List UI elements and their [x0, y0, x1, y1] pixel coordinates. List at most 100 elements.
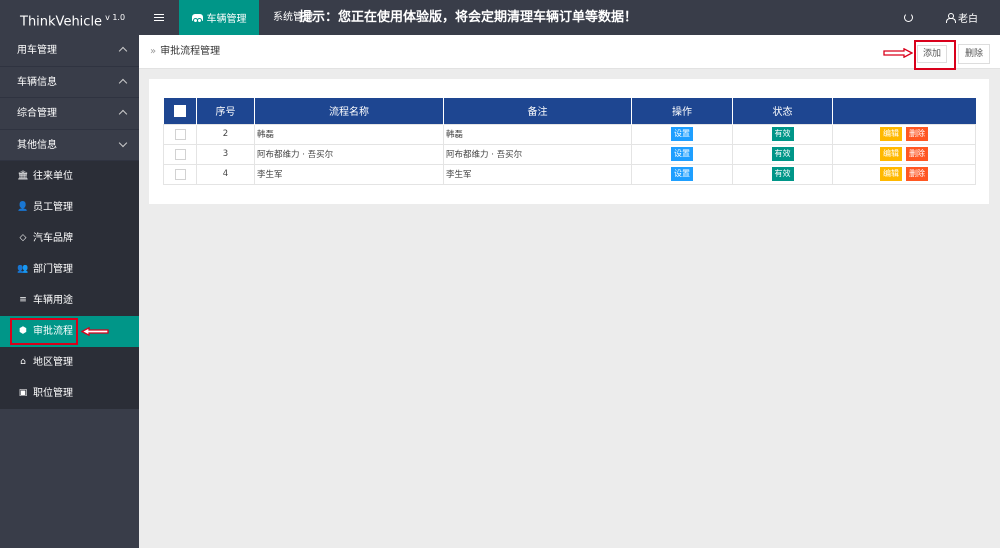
sidebar: 用车管理 车辆信息 综合管理 其他信息 🏛 往来单位 👤 员工管理 ◇ 汽车品牌 👥 部… [0, 35, 139, 548]
table-row: 2 韩磊 韩磊 设置 有效 编辑 删除 [163, 123, 976, 145]
row-status-cell: 有效 [732, 143, 833, 165]
approval-flow-table: 序号 流程名称 备注 操作 状态 2 韩磊 韩磊 设置 有效 编辑删除 3 阿 [163, 98, 976, 185]
sidebar-item-car-brands[interactable]: ◇ 汽车品牌 [0, 223, 139, 254]
column-header-action: 操作 [631, 98, 733, 124]
row-id: 4 [196, 163, 255, 185]
car-icon [191, 14, 203, 23]
sidebar-item-label: 往来单位 [33, 171, 73, 182]
menu-toggle-button[interactable] [139, 0, 179, 35]
row-remark: 阿布都维力 · 吾买尔 [443, 143, 632, 165]
column-header-tools [832, 98, 976, 124]
hamburger-icon [154, 14, 164, 21]
sidebar-item-label: 地区管理 [33, 357, 73, 368]
delete-row-button[interactable]: 删除 [906, 167, 928, 181]
delete-row-button[interactable]: 删除 [906, 147, 928, 161]
sidebar-group-label: 车辆信息 [17, 76, 57, 88]
chevron-up-icon [118, 46, 128, 56]
column-header-id: 序号 [196, 98, 255, 124]
sidebar-group-general[interactable]: 综合管理 [0, 98, 139, 130]
sidebar-item-label: 员工管理 [33, 202, 73, 213]
content-header: » 审批流程管理 添加 删除 [139, 35, 1000, 70]
tab-label: 车辆管理 [206, 14, 247, 25]
row-remark: 李生军 [443, 163, 632, 185]
row-checkbox[interactable] [174, 168, 186, 180]
bank-icon: 🏛 [17, 171, 29, 181]
row-action-cell: 设置 [631, 143, 733, 165]
settings-button[interactable]: 设置 [671, 127, 693, 141]
row-tools-cell: 编辑 删除 [832, 143, 976, 165]
row-action-cell: 设置 [631, 123, 733, 145]
row-flow-name: 阿布都维力 · 吾买尔 [254, 143, 444, 165]
page-title: 审批流程管理 [160, 46, 221, 57]
row-select-cell [163, 143, 197, 165]
status-badge: 有效 [771, 127, 794, 141]
table-row: 3 阿布都维力 · 吾买尔 阿布都维力 · 吾买尔 设置 有效 编辑 删除 [163, 143, 976, 165]
status-badge: 有效 [771, 167, 794, 181]
logo-text: ThinkVehicle [20, 14, 103, 30]
user-menu[interactable]: 老白 [924, 0, 1000, 35]
sidebar-item-employees[interactable]: 👤 员工管理 [0, 192, 139, 223]
table-row: 4 李生军 李生军 设置 有效 编辑 删除 [163, 163, 976, 185]
breadcrumb: » 审批流程管理 [150, 35, 220, 69]
row-select-cell [163, 123, 197, 145]
sidebar-item-label: 车辆用途 [33, 295, 73, 306]
select-all-cell [163, 98, 197, 124]
app-logo[interactable]: ThinkVehicle v 1.0 [0, 0, 139, 35]
row-status-cell: 有效 [732, 163, 833, 185]
user-name: 老白 [958, 14, 978, 25]
sidebar-item-partners[interactable]: 🏛 往来单位 [0, 161, 139, 192]
table-header-row: 序号 流程名称 备注 操作 状态 [163, 98, 976, 124]
column-header-name: 流程名称 [254, 98, 444, 124]
chevron-up-icon [118, 78, 128, 87]
sidebar-group-label: 综合管理 [17, 108, 57, 119]
row-flow-name: 韩磊 [254, 123, 444, 145]
row-remark: 韩磊 [443, 123, 632, 145]
sidebar-group-car-use[interactable]: 用车管理 [0, 35, 139, 67]
add-button[interactable]: 添加 [917, 45, 947, 63]
sidebar-item-positions[interactable]: ▣ 职位管理 [0, 378, 139, 409]
settings-button[interactable]: 设置 [671, 147, 693, 161]
row-flow-name: 李生军 [254, 163, 444, 185]
version-label: v 1.0 [105, 13, 126, 22]
status-badge: 有效 [771, 147, 794, 161]
user-icon [946, 13, 956, 23]
sidebar-group-label: 其他信息 [17, 139, 57, 151]
sidebar-group-other-info[interactable]: 其他信息 [0, 130, 139, 161]
edit-button[interactable]: 编辑 [880, 127, 902, 141]
sidebar-group-vehicle-info[interactable]: 车辆信息 [0, 67, 139, 98]
row-status-cell: 有效 [732, 123, 833, 145]
row-select-cell [163, 163, 197, 185]
sidebar-item-regions[interactable]: ⌂ 地区管理 [0, 347, 139, 378]
notice-banner: 提示：您正在使用体验版，将会定期清理车辆订单等数据！ [299, 10, 638, 25]
delete-button[interactable]: 删除 [958, 44, 990, 64]
edit-button[interactable]: 编辑 [880, 147, 902, 161]
top-bar: ThinkVehicle v 1.0 车辆管理 系统管理 提示：您正在使用体验版，… [0, 0, 1000, 35]
sidebar-item-vehicle-usage[interactable]: ≡ 车辆用途 [0, 285, 139, 316]
row-tools-cell: 编辑 删除 [832, 123, 976, 145]
sidebar-submenu: 🏛 往来单位 👤 员工管理 ◇ 汽车品牌 👥 部门管理 ≡ 车辆用途 ⬢ 审批流程 ⌂ 地区管… [0, 161, 139, 409]
settings-button[interactable]: 设置 [671, 167, 693, 181]
double-chevron-right-icon: » [150, 46, 157, 57]
delete-row-button[interactable]: 删除 [906, 127, 928, 141]
highlight-box [10, 318, 78, 345]
select-all-checkbox[interactable] [173, 104, 186, 117]
diamond-icon: ◇ [19, 233, 27, 243]
sidebar-item-approval-flow[interactable]: ⬢ 审批流程 [0, 316, 139, 347]
row-id: 2 [196, 123, 255, 145]
row-checkbox[interactable] [174, 128, 186, 140]
annotation-arrow-left-icon [81, 327, 109, 336]
chevron-down-icon [118, 138, 128, 147]
tab-vehicle-management[interactable]: 车辆管理 [179, 0, 259, 35]
column-header-remark: 备注 [443, 98, 632, 124]
sidebar-item-label: 职位管理 [33, 388, 73, 399]
edit-button[interactable]: 编辑 [880, 167, 902, 181]
row-checkbox[interactable] [174, 148, 186, 160]
row-id: 3 [196, 143, 255, 165]
row-tools-cell: 编辑 删除 [832, 163, 976, 185]
sidebar-item-departments[interactable]: 👥 部门管理 [0, 254, 139, 285]
refresh-button[interactable] [892, 0, 924, 35]
camera-icon: ▣ [18, 388, 28, 398]
row-action-cell: 设置 [631, 163, 733, 185]
content-panel: 序号 流程名称 备注 操作 状态 2 韩磊 韩磊 设置 有效 编辑删除 3 阿 [149, 79, 989, 204]
home-icon: ⌂ [20, 357, 26, 367]
